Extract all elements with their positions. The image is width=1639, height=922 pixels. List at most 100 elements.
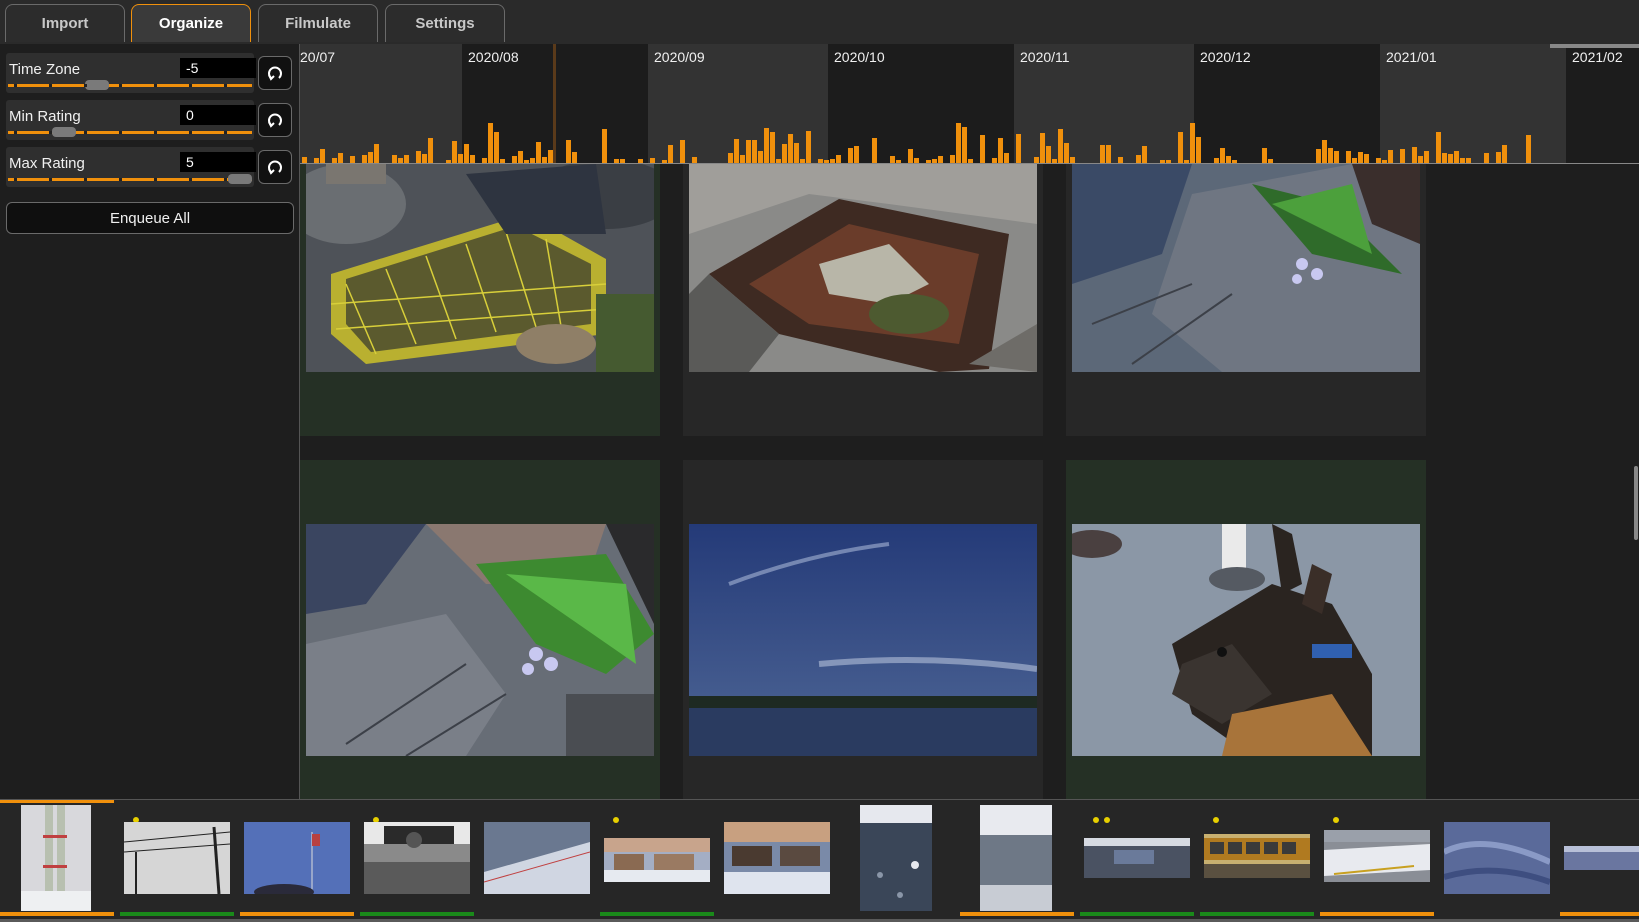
photo-grid <box>300 164 1639 799</box>
filmstrip[interactable] <box>0 799 1639 922</box>
photo-cell[interactable] <box>300 460 660 799</box>
icy-ground-thumb[interactable] <box>860 805 932 911</box>
histogram-bar <box>536 142 541 164</box>
tide-pool-photo[interactable] <box>689 164 1037 372</box>
histogram-bar <box>1106 145 1111 164</box>
tab-bar: Import Organize Filmulate Settings <box>0 0 1639 45</box>
time-zone-slider-handle[interactable] <box>85 80 109 90</box>
photo-cell[interactable] <box>1066 164 1426 436</box>
time-zone-input[interactable]: -5 <box>180 58 256 78</box>
houses-snow-thumb[interactable] <box>604 838 710 882</box>
lake-sky-photo[interactable] <box>689 524 1037 756</box>
rock-flowers-closeup-photo[interactable] <box>306 524 654 756</box>
slider-tick <box>224 178 227 181</box>
snow-lot-thumb[interactable] <box>980 805 1052 911</box>
photo-cell[interactable] <box>1066 460 1426 799</box>
min-rating-input[interactable]: 0 <box>180 105 256 125</box>
timeline-scrollbar[interactable] <box>1550 44 1639 48</box>
slider-tick <box>154 178 157 181</box>
filmstrip-thumb[interactable] <box>240 800 354 922</box>
rating-bar <box>1440 912 1554 916</box>
rating-bar <box>1200 912 1314 916</box>
histogram-bar <box>566 140 571 164</box>
slider-tick <box>14 178 17 181</box>
histogram-bar <box>452 141 457 164</box>
histogram-bar <box>374 144 379 164</box>
max-rating-track[interactable] <box>8 178 252 181</box>
filmstrip-thumb[interactable] <box>1200 800 1314 922</box>
grid-scrollbar[interactable] <box>1634 466 1638 540</box>
photo-cell[interactable] <box>300 164 660 436</box>
rating-dot <box>1093 817 1099 823</box>
filmstrip-thumb[interactable] <box>360 800 474 922</box>
date-histogram[interactable]: 20/07 2020/08 2020/09 2020/10 2020/11 20… <box>300 44 1639 164</box>
tab-settings[interactable]: Settings <box>385 4 505 42</box>
slider-tick <box>49 84 52 87</box>
power-lines-thumb[interactable] <box>124 822 230 894</box>
car-snow-thumb[interactable] <box>364 822 470 894</box>
time-zone-track[interactable] <box>8 84 252 87</box>
max-rating-slider-box: Max Rating 5 <box>6 147 256 187</box>
filmstrip-thumb[interactable] <box>960 800 1074 922</box>
histogram-bars <box>300 44 1639 164</box>
filmstrip-thumb[interactable] <box>1560 800 1639 922</box>
puddle-thumb[interactable] <box>1084 838 1190 878</box>
histogram-bar <box>680 140 685 164</box>
enqueue-all-button[interactable]: Enqueue All <box>6 202 294 234</box>
slider-tick <box>14 131 17 134</box>
max-rating-slider-handle[interactable] <box>228 174 252 184</box>
lobster-trap-photo[interactable] <box>306 164 654 372</box>
timeline-cursor <box>553 44 556 164</box>
histogram-bar <box>1400 149 1405 164</box>
rating-bar <box>720 912 834 916</box>
histogram-bar <box>806 131 811 164</box>
german-shepherd-photo[interactable] <box>1072 524 1420 756</box>
histogram-bar <box>980 135 985 164</box>
filmstrip-thumb[interactable] <box>600 800 714 922</box>
time-zone-slider-box: Time Zone -5 <box>6 53 256 93</box>
histogram-bar <box>1388 150 1393 164</box>
histogram-bar <box>1064 143 1069 164</box>
photo-cell[interactable] <box>683 164 1043 436</box>
histogram-bar <box>962 127 967 164</box>
houses-dusk-thumb[interactable] <box>724 822 830 894</box>
snow-curb-thumb[interactable] <box>1324 830 1430 882</box>
filmstrip-thumb[interactable] <box>0 800 114 922</box>
histogram-bar <box>602 129 607 164</box>
filmstrip-thumb[interactable] <box>1320 800 1434 922</box>
ice-sheet-thumb[interactable] <box>1444 822 1550 894</box>
histogram-bar <box>464 144 469 164</box>
slider-tick <box>14 84 17 87</box>
histogram-bar <box>1316 149 1321 164</box>
snow-pipes-thumb[interactable] <box>21 805 91 911</box>
min-rating-track[interactable] <box>8 131 252 134</box>
slider-tick <box>189 178 192 181</box>
ice-edge-thumb[interactable] <box>1564 846 1639 870</box>
rock-flowers-photo[interactable] <box>1072 164 1420 372</box>
filmstrip-thumb[interactable] <box>120 800 234 922</box>
filmstrip-thumb[interactable] <box>480 800 594 922</box>
min-rating-reset-button[interactable] <box>258 103 292 137</box>
max-rating-label: Max Rating <box>9 155 85 172</box>
rating-dot <box>1213 817 1219 823</box>
tab-organize[interactable]: Organize <box>131 4 251 42</box>
photo-cell[interactable] <box>683 460 1043 799</box>
snow-field-thumb[interactable] <box>484 822 590 894</box>
slider-tick <box>49 131 52 134</box>
time-zone-reset-button[interactable] <box>258 56 292 90</box>
slider-tick <box>84 178 87 181</box>
filmstrip-thumb[interactable] <box>720 800 834 922</box>
slider-tick <box>84 131 87 134</box>
rating-bar <box>360 912 474 916</box>
tab-filmulate[interactable]: Filmulate <box>258 4 378 42</box>
max-rating-reset-button[interactable] <box>258 150 292 184</box>
filmstrip-thumb[interactable] <box>840 800 954 922</box>
filmstrip-thumb[interactable] <box>1080 800 1194 922</box>
tab-import[interactable]: Import <box>5 4 125 42</box>
min-rating-slider-handle[interactable] <box>52 127 76 137</box>
filmstrip-thumb[interactable] <box>1440 800 1554 922</box>
histogram-bar <box>1178 132 1183 164</box>
max-rating-input[interactable]: 5 <box>180 152 256 172</box>
school-bus-thumb[interactable] <box>1204 834 1310 878</box>
flag-sky-thumb[interactable] <box>244 822 350 894</box>
